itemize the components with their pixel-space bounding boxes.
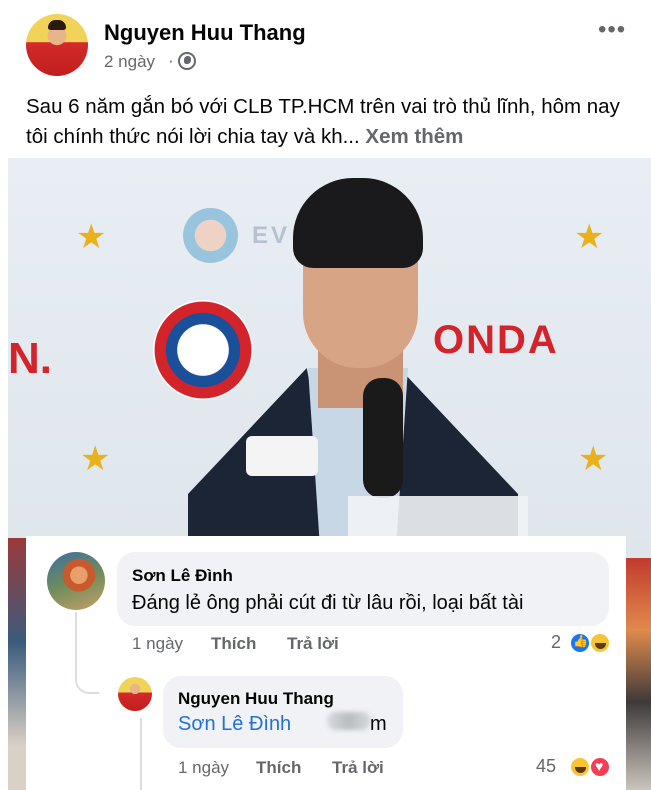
- commenter-name[interactable]: Sơn Lê Đình: [132, 566, 233, 586]
- time-separator: ·: [168, 51, 174, 70]
- microphone-white: [246, 436, 318, 476]
- author-avatar[interactable]: [26, 14, 88, 76]
- reply-author-name[interactable]: Nguyen Huu Thang: [178, 689, 334, 709]
- reply-tag[interactable]: Sơn Lê Đình: [178, 713, 291, 736]
- reply-reaction-count[interactable]: 45: [536, 756, 556, 777]
- like-button[interactable]: Thích: [211, 634, 256, 654]
- reply-like-button[interactable]: Thích: [256, 758, 301, 778]
- love-icon[interactable]: [589, 756, 611, 778]
- author-name[interactable]: Nguyen Huu Thang: [104, 20, 306, 46]
- like-icon[interactable]: [569, 632, 591, 654]
- sponsor-text-left: N.: [8, 334, 52, 383]
- post-body: Sau 6 năm gắn bó với CLB TP.HCM trên vai…: [26, 95, 620, 148]
- reply-avatar[interactable]: [118, 677, 152, 711]
- post-time[interactable]: 2 ngày: [104, 52, 155, 72]
- microphone: [363, 378, 403, 498]
- more-icon[interactable]: •••: [598, 18, 626, 42]
- blurred-text: [327, 712, 371, 730]
- post-text: Sau 6 năm gắn bó với CLB TP.HCM trên vai…: [26, 92, 626, 152]
- haha-icon[interactable]: [569, 756, 591, 778]
- comment-text: Đáng lẻ ông phải cút đi từ lâu rồi, loại…: [132, 592, 524, 614]
- post-header: Nguyen Huu Thang 2 ngày · •••: [0, 0, 651, 84]
- thread-line: [140, 718, 142, 790]
- thread-line: [75, 612, 99, 694]
- reply-button[interactable]: Trả lời: [287, 634, 339, 654]
- comment-time[interactable]: 1 ngày: [132, 634, 183, 654]
- see-more-link[interactable]: Xem thêm: [365, 125, 463, 148]
- star-icon: ★: [80, 440, 111, 478]
- reply-text-suffix: m: [370, 713, 387, 735]
- background-right: [626, 558, 651, 790]
- reply-reply-button[interactable]: Trả lời: [332, 758, 384, 778]
- star-icon: ★: [76, 218, 107, 256]
- reply-bubble: [163, 676, 403, 748]
- star-icon: ★: [578, 440, 609, 478]
- commenter-avatar[interactable]: [47, 552, 105, 610]
- reply-time[interactable]: 1 ngày: [178, 758, 229, 778]
- star-icon: ★: [574, 218, 605, 256]
- reaction-count[interactable]: 2: [551, 632, 561, 653]
- globe-icon: [178, 52, 196, 70]
- haha-icon[interactable]: [589, 632, 611, 654]
